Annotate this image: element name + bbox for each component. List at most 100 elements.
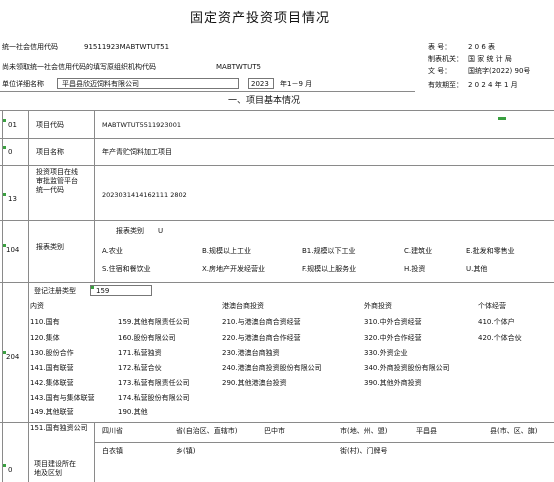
report-type-option-e[interactable]: E.批发和零售业 xyxy=(466,248,515,255)
reg-option[interactable]: 143.国有与集体联营 xyxy=(30,395,95,402)
row6-flag xyxy=(3,464,6,467)
reg-option[interactable]: 130.股份合作 xyxy=(30,350,74,357)
platform-code-value[interactable]: 2023031414162111 2802 xyxy=(102,192,187,199)
row4-code: 104 xyxy=(6,246,20,254)
reg-option[interactable]: 390.其他外商投资 xyxy=(364,380,422,387)
project-name-value[interactable]: 年产青贮饲料加工项目 xyxy=(102,149,172,156)
report-type-option-s[interactable]: S.住宿和餐饮业 xyxy=(102,266,151,273)
reg-option[interactable]: 330.外资企业 xyxy=(364,350,408,357)
foreign-header: 外商投资 xyxy=(364,302,392,310)
doc-no-label: 文 号： xyxy=(428,67,452,75)
report-type-option-f[interactable]: F.规模以上服务业 xyxy=(302,266,356,273)
reg-option[interactable]: 141.国有联营 xyxy=(30,365,74,372)
reg-option[interactable]: 159.其他有限责任公司 xyxy=(118,319,190,326)
reg-option[interactable]: 110.国有 xyxy=(30,319,60,326)
reg-option[interactable]: 172.私营合伙 xyxy=(118,365,162,372)
domestic-header: 内资 xyxy=(30,302,44,310)
report-type-option-c[interactable]: C.建筑业 xyxy=(404,248,432,255)
reg-option[interactable]: 310.中外合资经营 xyxy=(364,319,422,326)
reg-option[interactable]: 120.集体 xyxy=(30,335,60,342)
registration-field-flag xyxy=(91,286,94,289)
section-divider xyxy=(0,110,554,111)
row2-label: 项目名称 xyxy=(36,148,64,156)
row2-flag xyxy=(3,146,6,149)
report-type-option-b1[interactable]: B1.规模以下工业 xyxy=(302,248,355,255)
reg-option[interactable]: 210.与港澳台商合资经营 xyxy=(222,319,301,326)
org-code-label: 尚未领取统一社会信用代码的填写原组织机构代码 xyxy=(2,63,156,71)
reg-option[interactable]: 420.个体合伙 xyxy=(478,335,522,342)
row4-label: 报表类别 xyxy=(36,243,64,251)
row3-flag xyxy=(3,193,6,196)
issuer-label: 制表机关： xyxy=(428,55,463,63)
row-line-1 xyxy=(0,138,554,139)
province-value[interactable]: 四川省 xyxy=(102,428,123,435)
row1-code: 01 xyxy=(8,121,17,129)
row3-label: 投资项目在线审批监管平台统一代码 xyxy=(36,168,78,194)
credit-code-label: 统一社会信用代码 xyxy=(2,43,58,51)
reg-option[interactable]: 151.国有独资公司 xyxy=(30,425,88,432)
issuer-value: 国 家 统 计 局 xyxy=(468,55,512,63)
individual-header: 个体经营 xyxy=(478,302,506,310)
row-line-2 xyxy=(0,165,554,166)
reg-option[interactable]: 171.私营独资 xyxy=(118,350,162,357)
valid-until-value: 2 0 2 4 年 1 月 xyxy=(468,81,518,89)
hk-macao-tw-header: 港澳台商投资 xyxy=(222,302,264,310)
org-code-value[interactable]: MABTWTUT5 xyxy=(216,64,261,71)
county-label: 县(市、区、旗) xyxy=(490,427,538,435)
report-type-option-a[interactable]: A.农业 xyxy=(102,248,123,255)
credit-code-value[interactable]: 91511923MABTWTUT51 xyxy=(84,44,169,51)
row2-code: 0 xyxy=(8,148,13,156)
row-line-6 xyxy=(94,442,554,443)
report-type-option-h[interactable]: H.投资 xyxy=(404,266,425,273)
row6-label: 项目建设所在地及区划 xyxy=(34,460,76,477)
valid-until-label: 有效期至： xyxy=(428,81,463,89)
row-line-4 xyxy=(0,282,554,283)
province-label: 省(自治区、直辖市) xyxy=(176,427,238,435)
report-type-option-b[interactable]: B.规模以上工业 xyxy=(202,248,251,255)
reg-option[interactable]: 190.其他 xyxy=(118,409,148,416)
period-month-value[interactable]: 年1－9 月 xyxy=(280,81,312,88)
row1-status-bar xyxy=(498,117,506,120)
grid-label-divider-bottom xyxy=(94,422,95,482)
county-value[interactable]: 平昌县 xyxy=(416,428,437,435)
registration-type-value: 159 xyxy=(96,287,110,295)
reg-option[interactable]: 340.外商投资股份有限公司 xyxy=(364,365,450,372)
project-code-value[interactable]: MABTWTUT5511923001 xyxy=(102,122,181,129)
reg-option[interactable]: 410.个体户 xyxy=(478,319,515,326)
page-title: 固定资产投资项目情况 xyxy=(190,11,331,26)
row-line-3 xyxy=(0,220,554,221)
report-type-option-x[interactable]: X.房地产开发经营业 xyxy=(202,266,265,273)
reg-option[interactable]: 173.私营有限责任公司 xyxy=(118,380,190,387)
unit-name-label: 单位详细名称 xyxy=(2,80,44,88)
unit-name-value: 平昌县欣迈饲料有限公司 xyxy=(62,80,139,88)
reg-option[interactable]: 320.中外合作经营 xyxy=(364,335,422,342)
reg-option[interactable]: 160.股份有限公司 xyxy=(118,335,176,342)
doc-no-value: 国统字(2022) 90号 xyxy=(468,67,531,75)
reg-option[interactable]: 149.其他联营 xyxy=(30,409,74,416)
city-value[interactable]: 巴中市 xyxy=(264,428,285,435)
section-title: 一、项目基本情况 xyxy=(228,96,301,106)
town-value[interactable]: 白衣镇 xyxy=(102,448,123,455)
report-type-option-u[interactable]: U.其他 xyxy=(466,266,487,273)
city-label: 市(地、州、盟) xyxy=(340,427,388,435)
registration-type-label: 登记注册类型 xyxy=(34,287,76,295)
reg-option[interactable]: 230.港澳台商独资 xyxy=(222,350,280,357)
report-type-prompt: 报表类别 xyxy=(116,227,144,235)
grid-label-divider xyxy=(94,110,95,282)
row5-code: 204 xyxy=(6,353,20,361)
form-no-label: 表 号： xyxy=(428,43,452,51)
reg-option[interactable]: 142.集体联营 xyxy=(30,380,74,387)
reg-option[interactable]: 220.与港澳台商合作经营 xyxy=(222,335,301,342)
report-type-value[interactable]: U xyxy=(158,228,163,235)
row6-code: 0 xyxy=(8,466,13,474)
row1-label: 项目代码 xyxy=(36,121,64,129)
reg-option[interactable]: 240.港澳台商投资股份有限公司 xyxy=(222,365,322,372)
street-label: 街(村)、门牌号 xyxy=(340,447,388,455)
row1-flag xyxy=(3,119,6,122)
row3-code: 13 xyxy=(8,195,17,203)
town-label: 乡(镇) xyxy=(176,447,196,455)
unit-underline xyxy=(0,91,415,92)
reg-option[interactable]: 290.其他港澳台投资 xyxy=(222,380,287,387)
reg-option[interactable]: 174.私营股份有限公司 xyxy=(118,395,190,402)
form-no-value: 2 0 6 表 xyxy=(468,43,496,51)
